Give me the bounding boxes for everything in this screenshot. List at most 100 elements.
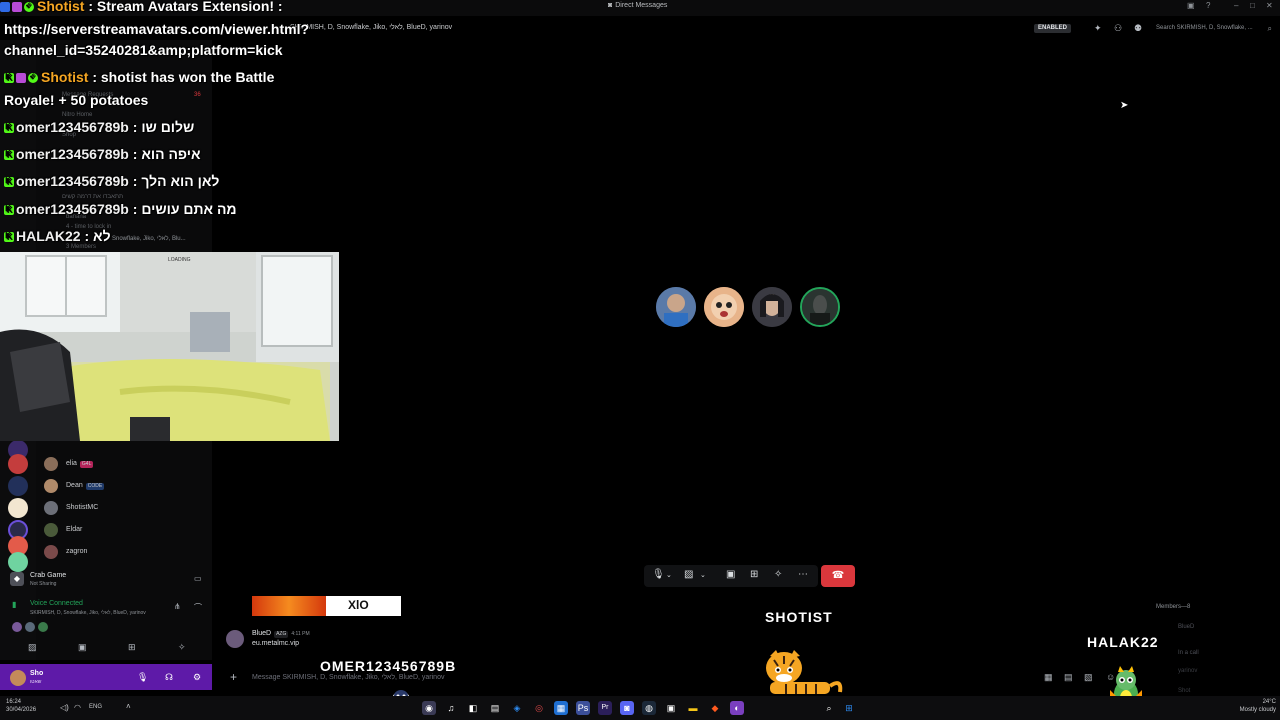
steam-icon[interactable]: ◍ — [642, 701, 656, 715]
voice-connected-panel[interactable]: ▮ Voice Connected SKIRMISH, D, Snowflake… — [8, 600, 208, 634]
clock-left: 16:24 30/04/2026 — [6, 699, 37, 713]
app-icon[interactable]: ▤ — [488, 701, 502, 715]
dm-item[interactable]: תתאבדו את דרמה קשים — [62, 194, 123, 200]
app-icon[interactable]: ◧ — [466, 701, 480, 715]
search-input[interactable]: Search SKIRMISH, D, Snowflake, ... ⌕ — [1152, 22, 1276, 35]
app-icon[interactable]: Ps — [576, 701, 590, 715]
add-attachment-icon[interactable]: + — [230, 670, 237, 684]
badge-icon — [12, 2, 22, 13]
maximize-button[interactable]: □ — [1250, 1, 1255, 10]
activities-icon[interactable]: ⊞ — [750, 569, 758, 580]
app-icon[interactable]: ♫ — [444, 701, 458, 715]
avatar — [25, 622, 35, 632]
microphone-icon[interactable]: 🎙 — [652, 569, 665, 580]
chat-message: Royale! + 50 potatoes — [4, 92, 149, 108]
taskbar: 16:24 30/04/2026 ◁) ◠ ENG ˄ ◉ ♫ ◧ ▤ ◈ ◎ … — [0, 696, 1280, 720]
member-item[interactable]: BlueD — [1178, 624, 1194, 630]
server-icon[interactable] — [8, 454, 28, 474]
more-options-icon[interactable]: ⋯ — [798, 569, 808, 580]
screen-share-icon[interactable]: ▣ — [78, 642, 87, 653]
avatar — [44, 523, 58, 537]
app-icon[interactable]: ◉ — [422, 701, 436, 715]
server-icon[interactable] — [8, 476, 28, 496]
microphone-icon[interactable]: 🎙 — [137, 672, 148, 683]
guild-tag: CODE — [85, 483, 105, 490]
chevron-down-icon[interactable]: ⌄ — [666, 571, 672, 579]
avatar — [44, 457, 58, 471]
volume-icon[interactable]: ◁) — [60, 703, 69, 712]
headphones-icon[interactable]: ☊ — [165, 672, 173, 683]
badge-icon — [0, 2, 10, 13]
avatar — [44, 545, 58, 559]
settings-gear-icon[interactable]: ⚙ — [193, 672, 201, 683]
app-icon[interactable]: ▣ — [664, 701, 678, 715]
webcam-image — [0, 252, 339, 441]
avatar — [44, 501, 58, 515]
gift-icon[interactable]: ▦ — [1044, 672, 1053, 683]
member-item[interactable]: yarinov — [1178, 668, 1197, 674]
folder-icon[interactable]: ▬ — [686, 701, 700, 715]
avatar[interactable] — [10, 670, 26, 686]
server-icon[interactable] — [8, 498, 28, 518]
kick-icon: K — [4, 73, 14, 84]
minimize-button[interactable]: – — [1234, 1, 1238, 10]
discord-icon[interactable]: ◙ — [620, 701, 634, 715]
hang-up-button[interactable]: ☎ — [821, 565, 855, 587]
search-icon[interactable]: ⌕ — [822, 701, 836, 715]
chat-message: K ✓ Shotist : shotist has won the Battle — [4, 69, 274, 85]
pin-icon[interactable]: ✦ — [1094, 23, 1102, 34]
camera-icon[interactable]: ▨ — [28, 642, 37, 653]
screen-share-icon[interactable]: ▣ — [726, 569, 735, 580]
call-control-bar: 🎙 ⌄ ▨ ⌄ ▣ ⊞ ✧ ⋯ — [644, 565, 818, 587]
app-icon[interactable]: ▦ — [554, 701, 568, 715]
stream-avatar-label: HALAK22 — [1087, 634, 1159, 650]
brave-icon[interactable]: ◆ — [708, 701, 722, 715]
kick-icon: K — [4, 123, 14, 134]
chat-message: ✓ Shotist : Stream Avatars Extension! : — [0, 0, 283, 14]
disconnect-icon[interactable]: ⌒ — [194, 602, 202, 613]
windows-start-icon[interactable]: ⊞ — [842, 701, 856, 715]
game-icon: ◆ — [10, 572, 24, 586]
camera-off-icon[interactable]: ▨ — [684, 569, 693, 580]
app-icon[interactable]: ◈ — [510, 701, 524, 715]
soundboard-icon[interactable]: ✧ — [178, 642, 186, 653]
verified-icon: ✓ — [28, 73, 38, 84]
inbox-icon[interactable]: ▣ — [1187, 1, 1195, 10]
gif-icon[interactable]: ▤ — [1064, 672, 1073, 683]
share-screen-icon[interactable]: ▭ — [194, 574, 202, 583]
avatar[interactable] — [226, 630, 244, 648]
chat-link[interactable]: channel_id=35240281&amp;platform=kick — [4, 42, 283, 58]
members-icon[interactable]: ⚉ — [1134, 23, 1142, 34]
activity-panel[interactable]: ◆ Crab Game Not Sharing ▭ — [8, 568, 208, 594]
sidebar-item-nitro[interactable]: Nitro Home — [62, 112, 92, 118]
weather-widget[interactable]: 24°C Mostly cloudy — [1240, 698, 1276, 714]
chat-link[interactable]: https://serverstreamavatars.com/viewer.h… — [4, 21, 309, 37]
window-title: ◙ Direct Messages — [608, 2, 668, 9]
signal-icon: ▮ — [12, 600, 17, 609]
noise-suppression-icon[interactable]: ⋔ — [174, 602, 181, 611]
member-item[interactable]: Shot — [1178, 688, 1190, 694]
chat-message: BlueD AZG 4:11 PM eu.metalmc.vip — [226, 628, 626, 652]
enabled-badge: ENABLED — [1034, 24, 1072, 33]
add-friends-icon[interactable]: ⚇ — [1114, 23, 1122, 34]
chevron-up-icon[interactable]: ˄ — [126, 702, 131, 711]
chat-message: K HALAK22 : לא — [4, 228, 111, 244]
participant-avatar[interactable] — [752, 287, 792, 327]
sticker-icon[interactable]: ▧ — [1084, 672, 1093, 683]
wifi-icon[interactable]: ◠ — [74, 703, 81, 712]
premiere-icon[interactable]: Pr — [598, 701, 612, 715]
activities-icon[interactable]: ⊞ — [128, 642, 136, 653]
close-button[interactable]: ✕ — [1266, 1, 1273, 10]
chrome-icon[interactable]: ◎ — [532, 701, 546, 715]
dm-item[interactable]: 3 Members — [66, 244, 96, 250]
soundboard-icon[interactable]: ✧ — [774, 569, 782, 580]
stream-avatar-label: SHOTIST — [765, 609, 833, 625]
help-icon[interactable]: ? — [1206, 1, 1210, 10]
participant-avatar[interactable] — [800, 287, 840, 327]
participant-avatar[interactable] — [704, 287, 744, 327]
participant-avatar[interactable] — [656, 287, 696, 327]
app-icon[interactable]: ◐ — [730, 701, 744, 715]
chevron-down-icon[interactable]: ⌄ — [700, 571, 706, 579]
language-indicator[interactable]: ENG — [89, 704, 102, 710]
kick-icon: K — [4, 232, 14, 243]
